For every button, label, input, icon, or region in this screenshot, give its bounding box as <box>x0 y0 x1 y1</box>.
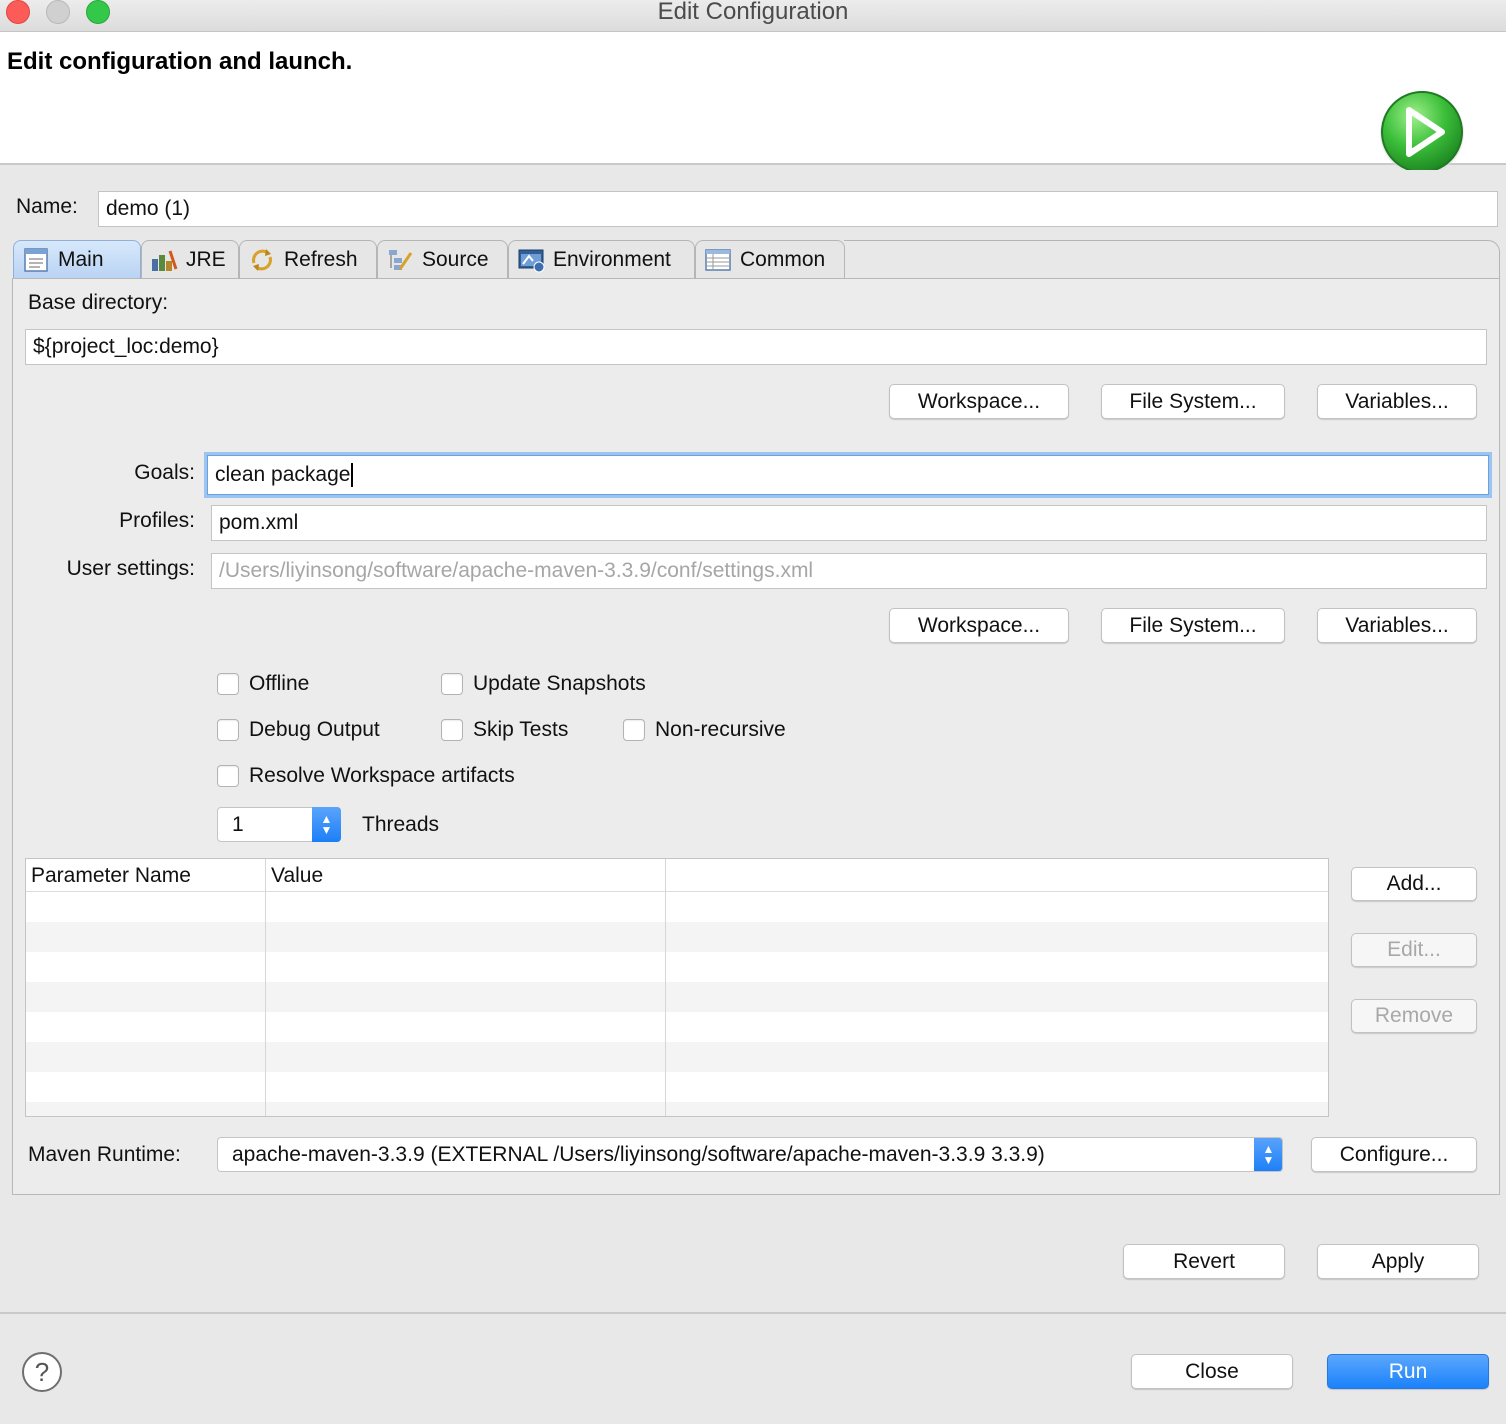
resolve-workspace-option[interactable]: Resolve Workspace artifacts <box>217 764 515 788</box>
debug-output-label: Debug Output <box>249 718 380 741</box>
settings-variables-button[interactable]: Variables... <box>1317 608 1477 643</box>
base-directory-label: Base directory: <box>28 291 169 314</box>
goals-label: Goals: <box>134 461 195 484</box>
goals-field[interactable]: clean package <box>207 455 1489 495</box>
threads-label: Threads <box>362 813 440 836</box>
offline-option[interactable]: Offline <box>217 672 309 696</box>
tab-common-label: Common <box>740 248 826 271</box>
base-directory-field[interactable]: ${project_loc:demo} <box>25 329 1487 365</box>
parameters-table[interactable]: Parameter Name Value <box>25 858 1329 1117</box>
maven-runtime-select[interactable]: apache-maven-3.3.9 (EXTERNAL /Users/liyi… <box>217 1137 1283 1172</box>
maven-runtime-value: apache-maven-3.3.9 (EXTERNAL /Users/liyi… <box>232 1142 1045 1166</box>
help-icon[interactable]: ? <box>22 1352 62 1392</box>
tab-refresh-label: Refresh <box>284 248 358 271</box>
column-divider <box>265 892 266 1116</box>
edit-parameter-button[interactable]: Edit... <box>1351 933 1477 967</box>
settings-workspace-button[interactable]: Workspace... <box>889 608 1069 643</box>
resolve-workspace-label: Resolve Workspace artifacts <box>249 764 515 787</box>
threads-value: 1 <box>232 812 244 836</box>
tab-source-label: Source <box>422 248 489 271</box>
add-parameter-button[interactable]: Add... <box>1351 867 1477 901</box>
table-row[interactable] <box>26 1102 1328 1116</box>
name-label: Name: <box>16 195 78 218</box>
skip-tests-option[interactable]: Skip Tests <box>441 718 568 742</box>
dropdown-chevron-icon[interactable]: ▲ ▼ <box>1254 1138 1282 1171</box>
goals-value: clean package <box>215 463 351 486</box>
tab-main[interactable]: Main <box>13 240 141 279</box>
update-snapshots-checkbox[interactable] <box>441 673 463 695</box>
tab-main-label: Main <box>58 248 104 271</box>
update-snapshots-label: Update Snapshots <box>473 672 646 695</box>
remove-parameter-button[interactable]: Remove <box>1351 999 1477 1033</box>
column-header-value[interactable]: Value <box>266 859 666 892</box>
close-button[interactable]: Close <box>1131 1354 1293 1389</box>
dialog-banner: Edit configuration and launch. <box>0 32 1506 170</box>
tab-jre-label: JRE <box>186 248 226 271</box>
threads-spinner[interactable]: 1 ▲ ▼ <box>217 807 341 842</box>
run-launch-icon <box>1380 91 1464 170</box>
source-icon <box>386 247 414 273</box>
revert-button[interactable]: Revert <box>1123 1244 1285 1279</box>
user-settings-field[interactable]: /Users/liyinsong/software/apache-maven-3… <box>211 553 1487 589</box>
environment-icon <box>517 247 545 273</box>
profiles-label: Profiles: <box>119 509 195 532</box>
chevron-down-icon[interactable]: ▼ <box>321 824 333 836</box>
non-recursive-checkbox[interactable] <box>623 719 645 741</box>
tab-environment-label: Environment <box>553 248 671 271</box>
table-row[interactable] <box>26 1042 1328 1072</box>
table-header: Parameter Name Value <box>26 859 1328 892</box>
tab-common[interactable]: Common <box>695 240 845 279</box>
common-icon <box>704 247 732 273</box>
profiles-field[interactable]: pom.xml <box>211 505 1487 541</box>
footer-separator <box>0 1312 1506 1314</box>
tab-strip <box>844 240 1500 279</box>
settings-file-system-button[interactable]: File System... <box>1101 608 1285 643</box>
table-row[interactable] <box>26 1012 1328 1042</box>
non-recursive-option[interactable]: Non-recursive <box>623 718 786 742</box>
offline-checkbox[interactable] <box>217 673 239 695</box>
update-snapshots-option[interactable]: Update Snapshots <box>441 672 646 696</box>
table-row[interactable] <box>26 952 1328 982</box>
tab-environment[interactable]: Environment <box>508 240 695 279</box>
title-bar: Edit Configuration <box>0 0 1506 32</box>
table-row[interactable] <box>26 892 1328 922</box>
banner-title: Edit configuration and launch. <box>7 48 353 75</box>
tab-source[interactable]: Source <box>377 240 508 279</box>
table-row[interactable] <box>26 982 1328 1012</box>
skip-tests-checkbox[interactable] <box>441 719 463 741</box>
refresh-icon <box>248 247 276 273</box>
run-button[interactable]: Run <box>1327 1354 1489 1389</box>
user-settings-label: User settings: <box>66 557 195 580</box>
base-dir-variables-button[interactable]: Variables... <box>1317 384 1477 419</box>
maven-runtime-label: Maven Runtime: <box>28 1143 181 1166</box>
table-row[interactable] <box>26 922 1328 952</box>
base-dir-file-system-button[interactable]: File System... <box>1101 384 1285 419</box>
jre-icon <box>150 247 178 273</box>
threads-stepper[interactable]: ▲ ▼ <box>312 807 341 842</box>
window-title: Edit Configuration <box>657 0 849 25</box>
resolve-workspace-checkbox[interactable] <box>217 765 239 787</box>
offline-label: Offline <box>249 672 310 695</box>
text-caret <box>351 463 354 487</box>
tab-refresh[interactable]: Refresh <box>239 240 377 279</box>
name-field[interactable]: demo (1) <box>98 191 1498 227</box>
non-recursive-label: Non-recursive <box>655 718 786 741</box>
debug-output-checkbox[interactable] <box>217 719 239 741</box>
skip-tests-label: Skip Tests <box>473 718 569 741</box>
column-header-parameter-name[interactable]: Parameter Name <box>26 859 266 892</box>
column-divider <box>665 892 666 1116</box>
table-row[interactable] <box>26 1072 1328 1102</box>
configure-runtime-button[interactable]: Configure... <box>1311 1137 1477 1172</box>
apply-button[interactable]: Apply <box>1317 1244 1479 1279</box>
column-header-filler <box>666 859 1328 892</box>
tab-jre[interactable]: JRE <box>141 240 239 279</box>
main-tab-icon <box>22 247 50 273</box>
base-dir-workspace-button[interactable]: Workspace... <box>889 384 1069 419</box>
debug-output-option[interactable]: Debug Output <box>217 718 380 742</box>
